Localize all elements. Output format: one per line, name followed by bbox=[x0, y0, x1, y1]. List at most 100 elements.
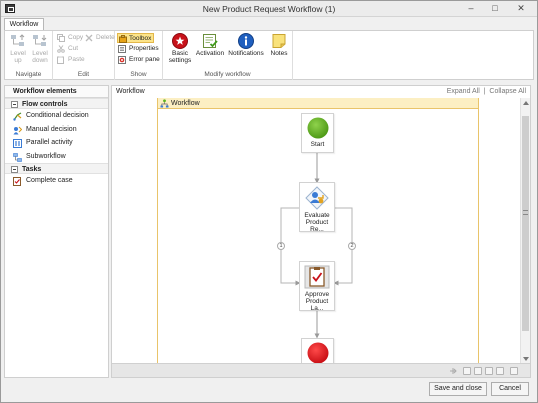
scroll-up-arrow-icon[interactable] bbox=[523, 101, 529, 105]
parallel-activity-icon bbox=[13, 139, 22, 148]
toolbox-label: Toolbox bbox=[129, 35, 152, 42]
zoom-reset-icon[interactable] bbox=[485, 367, 493, 375]
manual-decision-icon bbox=[305, 186, 329, 210]
collapse-all-link[interactable]: Collapse All bbox=[489, 88, 526, 95]
error-pane-icon bbox=[118, 56, 126, 64]
group-navigate: Level up Level down Navigate bbox=[5, 31, 53, 80]
group-label-navigate: Navigate bbox=[15, 71, 42, 78]
basic-settings-icon bbox=[172, 33, 188, 49]
subworkflow-icon bbox=[13, 152, 22, 162]
error-pane-toggle[interactable]: Error pane bbox=[118, 55, 160, 65]
collapse-icon[interactable] bbox=[11, 101, 18, 108]
section-tasks[interactable]: Tasks bbox=[5, 163, 108, 174]
branch-label-1: 1 bbox=[277, 242, 285, 250]
save-and-close-button[interactable]: Save and close bbox=[429, 382, 487, 396]
zoom-in-icon[interactable] bbox=[463, 367, 471, 375]
conditional-decision-icon bbox=[13, 112, 22, 121]
tool-label: Parallel activity bbox=[26, 139, 73, 146]
cut-label: Cut bbox=[68, 45, 79, 52]
start-node[interactable]: Start bbox=[301, 113, 334, 153]
toolbox-toggle[interactable]: Toolbox bbox=[117, 33, 155, 43]
maximize-button[interactable]: □ bbox=[487, 3, 503, 15]
paste-icon bbox=[57, 56, 64, 64]
tool-manual-decision[interactable]: Manual decision bbox=[5, 123, 108, 137]
activation-button[interactable]: Activation bbox=[195, 33, 225, 57]
workflow-canvas: Workflow Expand All | Collapse All Workf… bbox=[111, 85, 531, 378]
approval-task-icon bbox=[304, 265, 330, 289]
scrollbar-grip-icon bbox=[523, 210, 528, 215]
tool-parallel-activity[interactable]: Parallel activity bbox=[5, 136, 108, 150]
close-button[interactable]: ✕ bbox=[513, 3, 529, 15]
basic-settings-button[interactable]: Basic settings bbox=[166, 33, 194, 64]
manual-decision-icon bbox=[13, 126, 22, 134]
level-up-icon bbox=[11, 34, 25, 46]
delete-button[interactable]: Delete bbox=[85, 33, 115, 43]
tool-label: Manual decision bbox=[26, 125, 77, 133]
workflow-editor-window: New Product Request Workflow (1) – □ ✕ W… bbox=[0, 0, 538, 403]
workflow-container: Workflow Start Evaluate Product Re... 1 … bbox=[157, 98, 479, 368]
expand-collapse-links: Expand All | Collapse All bbox=[446, 88, 526, 95]
start-circle-icon bbox=[307, 117, 328, 139]
scrollbar-thumb[interactable] bbox=[522, 116, 529, 331]
fit-to-screen-icon[interactable] bbox=[496, 367, 504, 375]
tool-complete-case[interactable]: Complete case bbox=[5, 174, 108, 188]
overview-map-icon[interactable] bbox=[510, 367, 518, 375]
cut-button[interactable]: Cut bbox=[57, 44, 78, 54]
scroll-down-arrow-icon[interactable] bbox=[523, 357, 529, 361]
notes-icon bbox=[272, 34, 286, 48]
section-label: Flow controls bbox=[22, 101, 68, 108]
group-edit: Copy Delete Cut Paste Edit bbox=[53, 31, 115, 80]
delete-label: Delete bbox=[96, 34, 115, 41]
group-show: Toolbox Properties Error pane Show bbox=[115, 31, 163, 80]
workflow-elements-title: Workflow elements bbox=[5, 86, 108, 98]
level-up-label: Level up bbox=[10, 50, 26, 64]
group-label-show: Show bbox=[130, 71, 147, 78]
minimize-button[interactable]: – bbox=[463, 3, 479, 15]
notifications-label: Notifications bbox=[228, 50, 264, 57]
zoom-toolbar bbox=[112, 363, 530, 377]
evaluate-decision-node[interactable]: Evaluate Product Re... bbox=[299, 182, 335, 233]
collapse-icon[interactable] bbox=[11, 166, 18, 173]
cancel-button[interactable]: Cancel bbox=[491, 382, 529, 396]
tool-label: Complete case bbox=[26, 177, 73, 184]
toolbox-icon bbox=[119, 35, 127, 43]
approve-task-node[interactable]: Approve Product La... bbox=[299, 261, 335, 312]
activation-label: Activation bbox=[195, 50, 225, 57]
expand-all-link[interactable]: Expand All bbox=[447, 88, 480, 95]
tool-subworkflow[interactable]: Subworkflow bbox=[5, 150, 108, 164]
group-label-modify-workflow: Modify workflow bbox=[204, 71, 251, 78]
paste-button[interactable]: Paste bbox=[57, 55, 85, 65]
group-label-edit: Edit bbox=[77, 71, 90, 78]
properties-toggle[interactable]: Properties bbox=[118, 44, 159, 54]
workflow-elements-pane: Workflow elements Flow controls Conditio… bbox=[4, 85, 109, 378]
copy-icon bbox=[57, 34, 65, 42]
copy-label: Copy bbox=[68, 34, 84, 41]
level-down-button[interactable]: Level down bbox=[29, 33, 51, 64]
title-bar: New Product Request Workflow (1) – □ ✕ bbox=[1, 1, 537, 17]
start-node-label: Start bbox=[310, 141, 325, 148]
notifications-button[interactable]: Notifications bbox=[226, 33, 266, 57]
breadcrumb[interactable]: Workflow bbox=[116, 86, 145, 98]
group-modify-workflow: Basic settings Activation Notifications bbox=[163, 31, 293, 80]
notes-label: Notes bbox=[270, 50, 288, 57]
tool-label: Subworkflow bbox=[26, 152, 66, 160]
zoom-out-icon[interactable] bbox=[474, 367, 482, 375]
window-title: New Product Request Workflow (1) bbox=[202, 4, 336, 14]
basic-settings-label: Basic settings bbox=[168, 50, 192, 64]
end-circle-icon bbox=[307, 342, 328, 364]
properties-label: Properties bbox=[129, 45, 159, 52]
tool-label: Conditional decision bbox=[26, 112, 89, 119]
copy-button[interactable]: Copy bbox=[57, 33, 83, 43]
level-up-button[interactable]: Level up bbox=[8, 33, 28, 64]
level-down-icon bbox=[33, 35, 47, 46]
section-label: Tasks bbox=[22, 166, 42, 173]
tool-conditional-decision[interactable]: Conditional decision bbox=[5, 109, 108, 123]
notes-button[interactable]: Notes bbox=[267, 33, 291, 57]
properties-icon bbox=[118, 45, 126, 53]
section-flow-controls[interactable]: Flow controls bbox=[5, 98, 108, 109]
delete-icon bbox=[85, 34, 93, 42]
pan-icon[interactable] bbox=[449, 367, 457, 375]
canvas-vertical-scrollbar[interactable] bbox=[520, 98, 530, 364]
evaluate-node-label: Evaluate Product Re... bbox=[304, 212, 330, 233]
activation-icon bbox=[203, 34, 218, 48]
